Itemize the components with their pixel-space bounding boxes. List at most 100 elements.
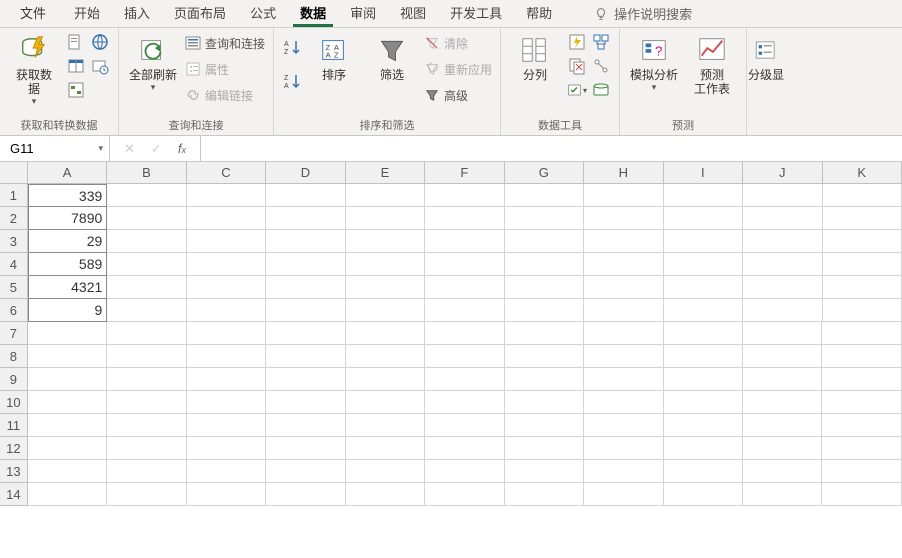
from-text-icon[interactable]: [66, 32, 86, 52]
cell[interactable]: [107, 184, 186, 207]
cell[interactable]: [187, 207, 266, 230]
cell[interactable]: [266, 207, 345, 230]
cell[interactable]: [505, 184, 584, 207]
cell[interactable]: [425, 483, 504, 506]
cell[interactable]: [266, 391, 345, 414]
cell[interactable]: [346, 253, 425, 276]
cell[interactable]: [28, 460, 107, 483]
cell[interactable]: [664, 391, 743, 414]
tab-help[interactable]: 帮助: [514, 0, 564, 27]
manage-data-model-icon[interactable]: [591, 80, 611, 100]
cell[interactable]: [425, 207, 504, 230]
cell[interactable]: [187, 322, 266, 345]
cell[interactable]: [107, 230, 186, 253]
row-header[interactable]: 4: [0, 253, 28, 276]
cell[interactable]: [107, 207, 186, 230]
row-header[interactable]: 8: [0, 345, 28, 368]
cell[interactable]: 9: [28, 299, 107, 322]
from-web-icon[interactable]: [90, 32, 110, 52]
cell[interactable]: [743, 368, 822, 391]
cell[interactable]: [584, 299, 663, 322]
column-header[interactable]: J: [743, 162, 822, 183]
cell[interactable]: [664, 207, 743, 230]
recent-sources-icon[interactable]: [90, 56, 110, 76]
cell[interactable]: [743, 391, 822, 414]
column-header[interactable]: E: [346, 162, 425, 183]
sort-button[interactable]: ZAAZ 排序: [308, 32, 360, 82]
row-header[interactable]: 13: [0, 460, 28, 483]
cell[interactable]: [505, 253, 584, 276]
cell[interactable]: [28, 437, 107, 460]
cell[interactable]: [664, 253, 743, 276]
row-header[interactable]: 10: [0, 391, 28, 414]
from-table-icon[interactable]: [66, 56, 86, 76]
clear-filter-button[interactable]: 清除: [424, 32, 492, 54]
group-rows-button[interactable]: 分级显: [747, 32, 785, 82]
flash-fill-icon[interactable]: [567, 32, 587, 52]
queries-connections-button[interactable]: 查询和连接: [185, 32, 265, 54]
properties-button[interactable]: 属性: [185, 58, 265, 80]
row-header[interactable]: 11: [0, 414, 28, 437]
cell[interactable]: [584, 414, 663, 437]
cell[interactable]: [187, 437, 266, 460]
cell[interactable]: [425, 184, 504, 207]
chevron-down-icon[interactable]: ▾: [98, 143, 103, 154]
cell[interactable]: [425, 299, 504, 322]
cell[interactable]: [346, 184, 425, 207]
cell[interactable]: [266, 368, 345, 391]
cell[interactable]: [664, 460, 743, 483]
cell[interactable]: [743, 460, 822, 483]
cell[interactable]: [743, 276, 822, 299]
name-box-input[interactable]: [10, 141, 80, 156]
cell[interactable]: [505, 391, 584, 414]
cell[interactable]: [28, 322, 107, 345]
cell[interactable]: [584, 230, 663, 253]
column-header[interactable]: C: [187, 162, 266, 183]
cell[interactable]: [187, 299, 266, 322]
cell[interactable]: [425, 460, 504, 483]
cell[interactable]: [346, 483, 425, 506]
cell[interactable]: [822, 322, 901, 345]
cell[interactable]: [346, 391, 425, 414]
refresh-all-button[interactable]: 全部刷新 ▾: [127, 32, 179, 93]
row-header[interactable]: 6: [0, 299, 28, 322]
cell[interactable]: [266, 253, 345, 276]
cell[interactable]: [664, 276, 743, 299]
tab-file[interactable]: 文件: [4, 0, 62, 27]
cell[interactable]: 7890: [28, 207, 107, 230]
row-header[interactable]: 1: [0, 184, 28, 207]
cell[interactable]: [425, 230, 504, 253]
cell[interactable]: [266, 322, 345, 345]
cell[interactable]: [107, 437, 186, 460]
cell[interactable]: [822, 437, 901, 460]
row-header[interactable]: 2: [0, 207, 28, 230]
cell[interactable]: [505, 207, 584, 230]
row-header[interactable]: 9: [0, 368, 28, 391]
cell[interactable]: [107, 414, 186, 437]
whatif-button[interactable]: ? 模拟分析 ▾: [628, 32, 680, 93]
advanced-filter-button[interactable]: 高级: [424, 84, 492, 106]
cell[interactable]: [505, 276, 584, 299]
name-box[interactable]: ▾: [0, 136, 110, 161]
cell[interactable]: [584, 253, 663, 276]
cell[interactable]: [505, 345, 584, 368]
tab-formulas[interactable]: 公式: [238, 0, 288, 27]
cell[interactable]: [505, 460, 584, 483]
cell[interactable]: [822, 460, 901, 483]
cell[interactable]: [823, 207, 902, 230]
cell[interactable]: [743, 437, 822, 460]
cell[interactable]: [823, 299, 902, 322]
cell[interactable]: [266, 299, 345, 322]
cell[interactable]: [266, 276, 345, 299]
cell[interactable]: [425, 414, 504, 437]
cell[interactable]: [823, 253, 902, 276]
row-header[interactable]: 7: [0, 322, 28, 345]
cell[interactable]: [28, 391, 107, 414]
cell[interactable]: [425, 276, 504, 299]
tab-developer[interactable]: 开发工具: [438, 0, 514, 27]
cell[interactable]: [743, 207, 822, 230]
cell[interactable]: [28, 483, 107, 506]
cell[interactable]: [107, 483, 186, 506]
cell[interactable]: [107, 368, 186, 391]
get-data-button[interactable]: 获取数 据 ▾: [8, 32, 60, 107]
